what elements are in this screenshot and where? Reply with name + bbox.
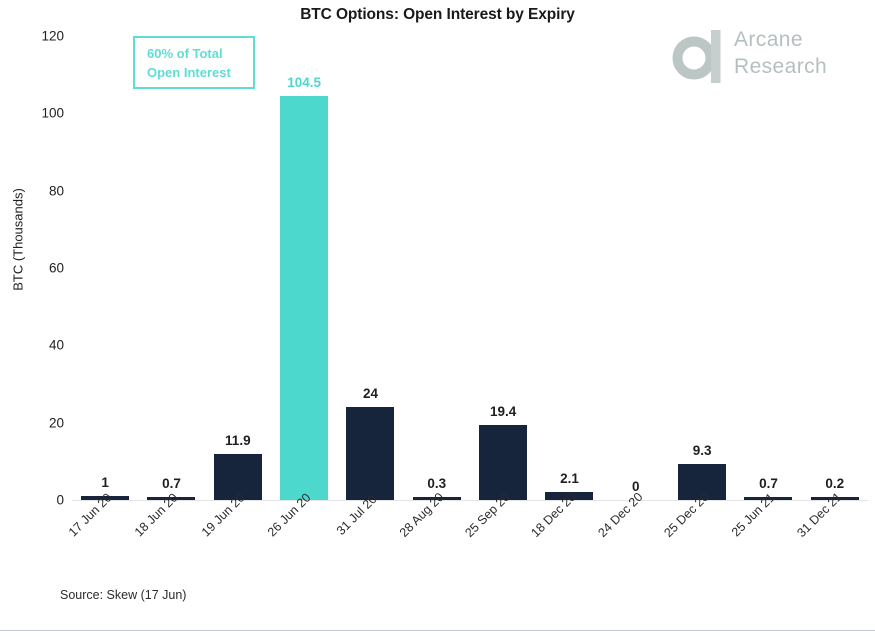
bar-value-label: 24 xyxy=(362,386,378,402)
callout-line-2: Open Interest xyxy=(147,65,231,80)
bar-group[interactable]: 2.1 xyxy=(536,36,602,500)
footer-divider xyxy=(0,630,875,631)
y-axis-tick: 20 xyxy=(48,415,64,431)
bar-value-label: 2.1 xyxy=(560,470,579,486)
x-axis-tick: 25 Dec 20 xyxy=(661,490,735,582)
bar-value-label: 0.2 xyxy=(825,475,845,491)
y-axis-tick: 0 xyxy=(56,492,64,508)
plot-area: 1 0.7 11.9 104.5 24 0.3 19.4 2.1 0 9.3 0.7 0.2 xyxy=(72,36,868,500)
bar-value-label: 9.3 xyxy=(692,443,712,459)
bar[interactable] xyxy=(280,95,329,500)
bar-value-label: 0.7 xyxy=(759,475,778,491)
bar-value-label: 1 xyxy=(101,475,109,491)
x-axis-tick: 24 Dec 20 xyxy=(595,490,669,582)
x-axis-tick: 17 Jun 20 xyxy=(66,491,138,582)
y-axis-title: BTC (Thousands) xyxy=(10,188,26,291)
source-note: Source: Skew (17 Jun) xyxy=(60,588,187,602)
page-title: BTC Options: Open Interest by Expiry xyxy=(300,6,575,23)
callout-line-1: 60% of Total xyxy=(147,46,223,61)
x-axis-tick: 26 Jun 20 xyxy=(265,491,337,582)
bar[interactable] xyxy=(346,407,395,500)
y-axis-tick: 100 xyxy=(41,105,64,121)
bar-group[interactable]: 0.7 xyxy=(138,36,204,500)
bar-group[interactable]: 0.3 xyxy=(404,36,470,500)
x-axis-tick: 18 Jun 20 xyxy=(132,491,204,582)
x-axis: 17 Jun 20 18 Jun 20 19 Jun 20 26 Jun 20 31 J… xyxy=(66,490,868,582)
bar-group[interactable]: 0.7 xyxy=(735,36,801,500)
y-axis-tick: 120 xyxy=(41,28,64,44)
x-axis-tick: 19 Jun 20 xyxy=(199,491,271,582)
bar-value-label: 104.5 xyxy=(287,74,322,90)
bar[interactable] xyxy=(479,425,528,500)
x-axis-tick: 25 Jun 21 xyxy=(729,491,801,582)
x-axis-tick: 25 Sep 20 xyxy=(462,490,536,582)
bar-value-label: 19.4 xyxy=(490,404,517,419)
x-axis-tick: 31 Jul 20 xyxy=(334,492,403,582)
bar-group[interactable]: 19.4 xyxy=(470,36,536,500)
bar-group[interactable]: 11.9 xyxy=(205,36,271,500)
x-axis-tick: 28 Aug 20 xyxy=(397,490,470,582)
x-axis-tick: 18 Dec 20 xyxy=(529,490,602,582)
bar-group[interactable]: 0 xyxy=(603,36,669,500)
bar-value-label: 11.9 xyxy=(225,433,251,448)
share-of-total-callout: 60% of Total Open Interest xyxy=(133,36,255,89)
bar-group[interactable]: 24 xyxy=(337,36,403,500)
bar-value-label: 0.7 xyxy=(162,475,181,491)
x-axis-baseline xyxy=(72,500,868,501)
bar-group[interactable]: 1 xyxy=(72,36,138,500)
y-axis-tick: 40 xyxy=(48,337,64,353)
bar-group[interactable]: 104.5 xyxy=(271,36,337,500)
bar-group[interactable]: 9.3 xyxy=(669,36,735,500)
bar-value-label: 0.3 xyxy=(427,475,447,491)
bar-group[interactable]: 0.2 xyxy=(802,36,868,500)
x-axis-tick: 31 Dec 21 xyxy=(794,490,868,582)
